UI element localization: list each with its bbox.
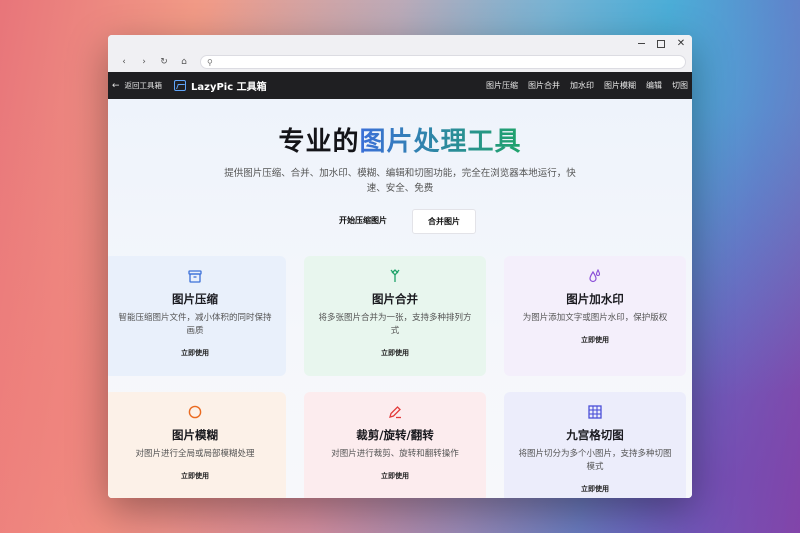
page-content: 专业的图片处理工具 提供图片压缩、合并、加水印、模糊、编辑和切图功能，完全在浏览… [108, 99, 692, 498]
card-desc: 智能压缩图片文件，减小体积的同时保持画质 [118, 313, 272, 336]
close-icon[interactable]: ✕ [676, 38, 686, 49]
nav-link[interactable]: 切图 [672, 80, 688, 91]
search-icon: ⚲ [207, 57, 213, 67]
brand-name: LazyPic 工具箱 [191, 82, 267, 93]
archive-icon [108, 268, 286, 284]
hero-actions: 开始压缩图片 合并图片 [108, 209, 692, 234]
nav-link[interactable]: 加水印 [570, 80, 594, 91]
nav-link[interactable]: 编辑 [646, 80, 662, 91]
reload-icon[interactable]: ↻ [154, 57, 174, 67]
back-arrow-icon[interactable]: ‹ [114, 57, 134, 67]
card-title: 图片加水印 [566, 292, 624, 306]
droplets-icon [504, 268, 686, 284]
card-use-link[interactable]: 立即使用 [304, 471, 486, 481]
nav-link[interactable]: 图片合并 [528, 80, 560, 91]
back-to-toolbox-link[interactable]: ← 返回工具箱 [112, 80, 174, 91]
card-compress[interactable]: 图片压缩 智能压缩图片文件，减小体积的同时保持画质 立即使用 [108, 256, 286, 376]
card-watermark[interactable]: 图片加水印 为图片添加文字或图片水印，保护版权 立即使用 [504, 256, 686, 376]
card-edit[interactable]: 裁剪/旋转/翻转 对图片进行裁剪、旋转和翻转操作 立即使用 [304, 392, 486, 498]
card-use-link[interactable]: 立即使用 [504, 484, 686, 494]
card-title: 九宫格切图 [566, 428, 624, 442]
card-desc: 对图片进行全局或局部模糊处理 [135, 449, 255, 459]
card-use-link[interactable]: 立即使用 [504, 335, 686, 345]
card-grid-split[interactable]: 九宫格切图 将图片切分为多个小图片，支持多种切图模式 立即使用 [504, 392, 686, 498]
card-title: 图片合并 [372, 292, 418, 306]
nav-links: 图片压缩 图片合并 加水印 图片模糊 编辑 切图 [486, 80, 688, 91]
title-highlight: 图片处理工具 [359, 127, 522, 157]
card-desc: 将图片切分为多个小图片，支持多种切图模式 [518, 449, 672, 472]
url-input[interactable]: ⚲ [200, 55, 686, 69]
page-subtitle: 提供图片压缩、合并、加水印、模糊、编辑和切图功能，完全在浏览器本地运行，快速、安… [224, 168, 576, 194]
minimize-icon[interactable] [636, 39, 646, 49]
nav-link[interactable]: 图片压缩 [486, 80, 518, 91]
arrow-left-icon: ← [112, 80, 120, 91]
merge-icon [304, 268, 486, 284]
pen-icon [304, 404, 486, 420]
home-icon[interactable]: ⌂ [174, 57, 194, 67]
browser-window: ✕ ‹ › ↻ ⌂ ⚲ ← 返回工具箱 LazyPic 工具箱 图片压缩 图片合… [108, 35, 692, 498]
card-desc: 为图片添加文字或图片水印，保护版权 [522, 313, 668, 323]
app-navbar: ← 返回工具箱 LazyPic 工具箱 图片压缩 图片合并 加水印 图片模糊 编… [108, 72, 692, 99]
page-title: 专业的图片处理工具 [108, 121, 692, 158]
window-titlebar: ✕ [108, 35, 692, 52]
circle-icon [108, 404, 286, 420]
card-title: 图片模糊 [172, 428, 218, 442]
card-use-link[interactable]: 立即使用 [304, 348, 486, 358]
merge-images-button[interactable]: 合并图片 [412, 209, 476, 234]
card-merge[interactable]: 图片合并 将多张图片合并为一张，支持多种排列方式 立即使用 [304, 256, 486, 376]
card-use-link[interactable]: 立即使用 [108, 471, 286, 481]
start-compress-button[interactable]: 开始压缩图片 [324, 209, 402, 234]
card-use-link[interactable]: 立即使用 [108, 348, 286, 358]
forward-arrow-icon[interactable]: › [134, 57, 154, 67]
image-icon [174, 80, 186, 91]
grid-icon [504, 404, 686, 420]
brand[interactable]: LazyPic 工具箱 [174, 78, 267, 93]
title-prefix: 专业的 [278, 127, 360, 157]
address-bar: ‹ › ↻ ⌂ ⚲ [108, 52, 692, 72]
card-desc: 对图片进行裁剪、旋转和翻转操作 [331, 449, 459, 459]
nav-link[interactable]: 图片模糊 [604, 80, 636, 91]
card-title: 图片压缩 [172, 292, 218, 306]
back-label: 返回工具箱 [124, 81, 163, 90]
card-desc: 将多张图片合并为一张，支持多种排列方式 [318, 313, 472, 336]
maximize-icon[interactable] [656, 39, 666, 49]
card-blur[interactable]: 图片模糊 对图片进行全局或局部模糊处理 立即使用 [108, 392, 286, 498]
card-title: 裁剪/旋转/翻转 [356, 428, 434, 442]
